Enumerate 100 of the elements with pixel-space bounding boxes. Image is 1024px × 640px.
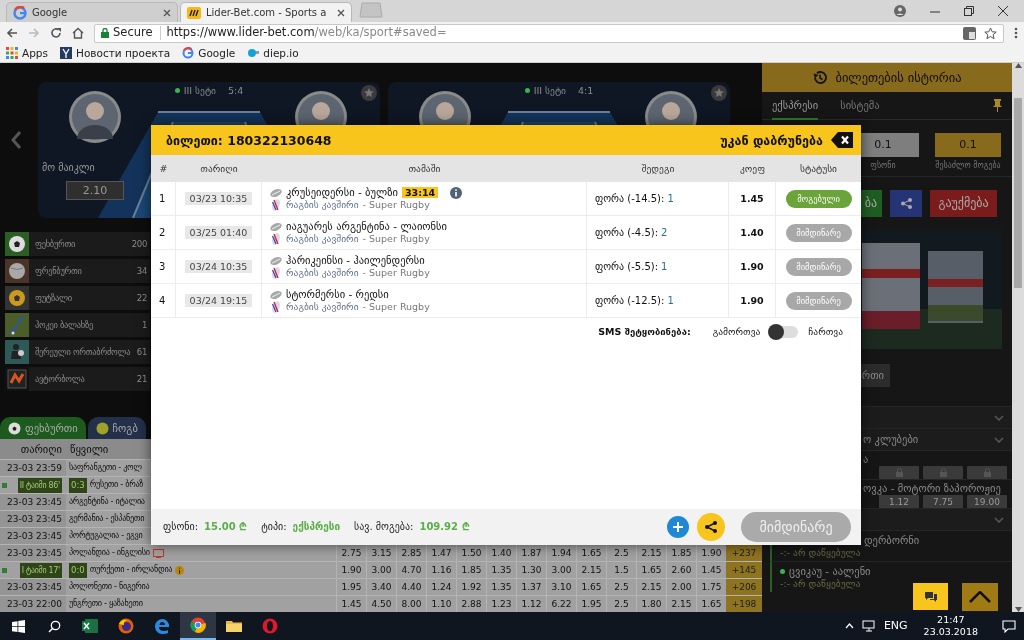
bet-pick: 2 [661, 226, 668, 239]
cancel-button[interactable]: გაუქმება [930, 190, 997, 217]
panel-title: ბილეთების ისტორია [835, 70, 962, 85]
odds-button[interactable]: 7.75 [923, 494, 963, 509]
odds-value: 1.40 [740, 226, 764, 239]
event-count: 200 [131, 239, 147, 250]
bookmark[interactable]: Google [182, 46, 236, 60]
match-date: 23-03 23:45 [7, 547, 62, 559]
match-date: 23-03 23:59 [7, 462, 62, 474]
league-link[interactable]: რაგბის კავშირი [286, 233, 359, 245]
match-date: 23-03 23:45 [7, 581, 62, 593]
event-count: 1 [141, 320, 147, 331]
summary-value: 109.92 ₾ [419, 521, 470, 533]
sport-item[interactable]: შერეული ორთაბრძოლა 61 [5, 340, 150, 365]
match-pair[interactable]: პოლონეთი - ნიგერია [69, 582, 150, 592]
match-pair[interactable]: თურქეთი - ირლანდია [89, 565, 173, 575]
browser-tab[interactable]: Lider-Bet.com - Sports a [180, 2, 352, 22]
clock-time[interactable]: 21:47 [937, 614, 965, 626]
odds-value: 1.45 [740, 192, 764, 205]
security-label: Secure [113, 26, 153, 40]
bookmark[interactable]: Новости проекта [60, 46, 171, 60]
more-markets[interactable]: +145 [726, 562, 762, 578]
sport-item[interactable]: ავტორბოლა 21 [5, 367, 150, 392]
browser-tab[interactable]: Google [6, 2, 178, 22]
summary-label: ფსონი: [163, 521, 199, 533]
clock-date[interactable]: 23.03.2018 [923, 626, 978, 638]
match-name[interactable]: დერბორნი [864, 534, 920, 547]
sport-name: ფრენბურთი [35, 266, 83, 277]
status-badge: მიმდინარე [785, 257, 852, 276]
row-number: 3 [159, 260, 166, 273]
possible-win-field: 0.1 [935, 133, 1001, 157]
sport-item[interactable]: ფრენბურთი 34 [5, 259, 150, 284]
tournament-name: - Super Rugby [362, 267, 430, 279]
bet-market: ფორა (-12.5): [595, 294, 665, 307]
slip-tab[interactable]: სისტემა [840, 91, 880, 120]
summary-value: ექსპრესი [292, 521, 341, 533]
odds-value: 1.90 [740, 260, 764, 273]
more-markets[interactable]: +206 [726, 579, 762, 595]
back-link[interactable]: უკან დაბრუნება [720, 132, 823, 148]
match-pair[interactable]: გერმანია - ესპანეთი [69, 514, 145, 525]
match-pair[interactable]: რუსეთი - ბრაზ [89, 480, 144, 491]
column-header: წყვილი [69, 443, 109, 456]
event-name[interactable]: იაგუარეს არგენტინა - ლაიონსი [286, 220, 447, 233]
field-label: ფსონი [869, 161, 897, 171]
status-badge: მიმდინარე [785, 223, 852, 242]
bookmark[interactable]: diep.io [247, 46, 299, 60]
sms-label: SMS შეტყობინება: [598, 326, 691, 338]
bet-pick: 1 [661, 260, 668, 273]
row-number: 2 [159, 226, 166, 239]
odds-value: 1.90 [740, 294, 764, 307]
sport-name: შერეული ორთაბრძოლა [35, 347, 131, 358]
event-count: 22 [136, 293, 147, 304]
match-name[interactable]: ცვიკაუ - აალენი [789, 565, 871, 578]
bet-market: ფორა (-5.5): [595, 260, 658, 273]
event-date: 03/24 19:15 [184, 293, 253, 308]
sport-name: ფუტზალი [35, 293, 73, 304]
match-name[interactable]: ა [863, 453, 1007, 466]
sport-item[interactable]: ფუტზალი 22 [5, 286, 150, 311]
group-title[interactable]: ო კლუბები [863, 433, 919, 446]
bookmark[interactable]: Apps [6, 46, 48, 60]
summary-value: 15.00 ₾ [204, 521, 248, 533]
address-bar[interactable]: Secure https://www.lider-bet.com/web/ka/sport#saved= [94, 23, 1004, 43]
odds-button[interactable]: 19.00 [967, 494, 1007, 509]
match-pair[interactable]: უნგრეთი - ყაზახეთი [69, 599, 143, 609]
odds-button[interactable]: 1.12 [879, 494, 919, 509]
status-badge: მიმდინარე [785, 291, 852, 310]
event-count: 21 [136, 374, 147, 385]
sport-tab[interactable]: ჩოგბ [87, 417, 146, 440]
toggle-on-label: ჩართვა [808, 326, 843, 338]
match-date: 23-03 23:45 [7, 530, 62, 542]
sport-item[interactable]: ჰოკეი ბალახზე 1 [5, 313, 150, 338]
language-indicator[interactable]: ENG [883, 619, 908, 633]
sport-item[interactable]: ფეხბურთი 200 [5, 232, 150, 257]
sport-name: ჰოკეი ბალახზე [35, 320, 94, 331]
sport-name: ფეხბურთი [35, 239, 77, 250]
league-link[interactable]: რაგბის კავშირი [286, 267, 359, 279]
match-pair[interactable]: საფრანგეთი - კოლ [69, 463, 142, 474]
event-date: 03/25 01:40 [184, 225, 253, 240]
event-date: 03/24 10:35 [184, 259, 253, 274]
event-name[interactable]: სტორმერსი - რედსი [286, 288, 389, 301]
toggle-off-label: გამორთვა [712, 326, 761, 338]
slip-tab[interactable]: ექსპრესი [772, 91, 819, 120]
match-name[interactable]: ოვკა - მოტორი ზაპოროჟიე [863, 482, 1007, 495]
live-score: 0:0 [69, 562, 87, 578]
league-link[interactable]: რაგბის კავშირი [286, 301, 359, 313]
row-number: 4 [159, 294, 166, 307]
more-markets[interactable]: +198 [726, 596, 762, 612]
summary-label: ტიპი: [261, 521, 287, 533]
match-pair[interactable]: არგენტინა - იტალია [69, 497, 145, 508]
bet-market: ფორა (-4.5): [595, 226, 658, 239]
sport-tab[interactable]: ფეხბურთი [0, 417, 86, 440]
event-name[interactable]: ჰარიკეინსი - ჰაილენდერსი [286, 254, 425, 267]
summary-label: სავ. მოგება: [354, 521, 414, 533]
column-header: სტატუსი [799, 162, 838, 175]
event-count: 61 [136, 347, 147, 358]
match-pair[interactable]: პოლანდია - ინგლისი [69, 548, 150, 558]
field-label: შესაძლო მოგება [935, 161, 1001, 171]
match-period: I ტაიმი 17' [19, 562, 62, 578]
bet-pick: 1 [667, 294, 674, 307]
match-pair[interactable]: პორტუგალია - ეგვი [69, 531, 143, 541]
